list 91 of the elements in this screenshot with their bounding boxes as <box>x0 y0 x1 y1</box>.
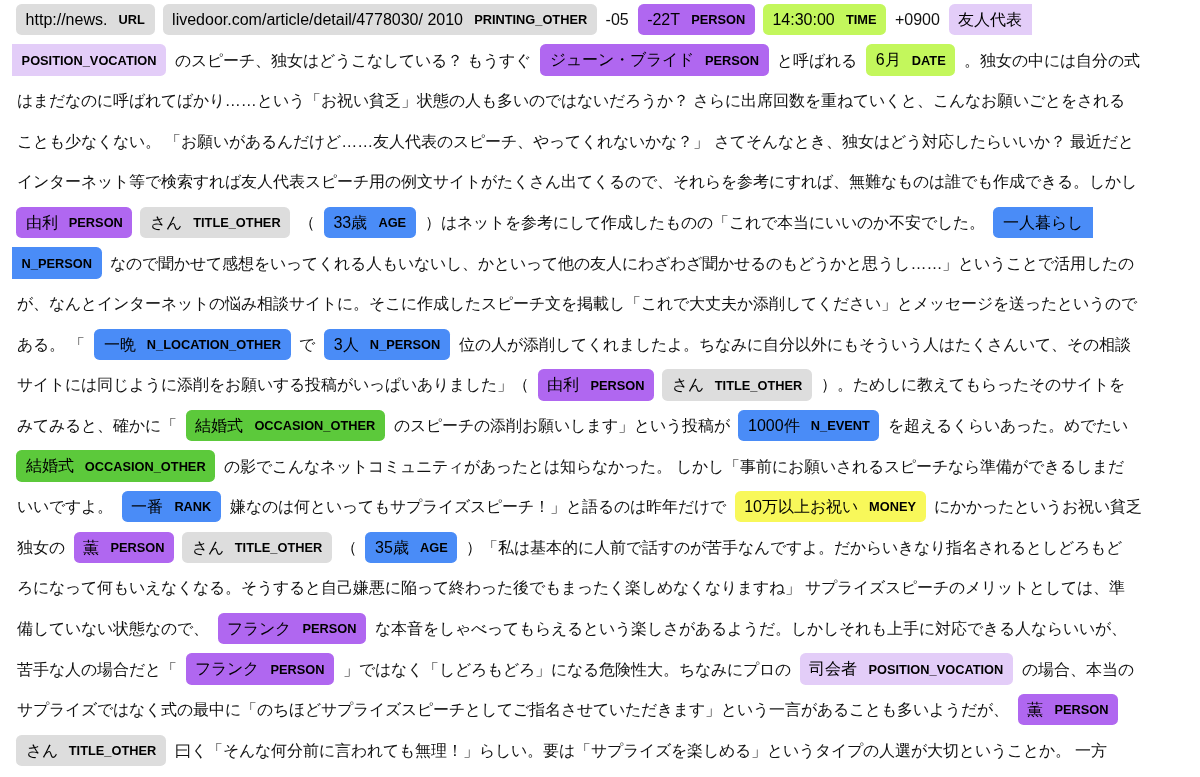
body-text: 嫌なのは何といってもサプライズスピーチ！」と語るのは昨年だけで <box>229 498 726 516</box>
entity-label: RANK <box>174 499 212 515</box>
body-text: のスピーチの添削お願いします」という投稿が <box>393 416 730 434</box>
body-text: なので聞かせて感想をいってくれる人もいないし、かといって他の友人にわざわざ聞かせるのもどうかと思うし……」ということで活用したの <box>110 254 1135 272</box>
entity-text: 結婚式 <box>195 416 244 434</box>
entity-text: 薫 <box>1027 701 1044 719</box>
entity-text: 友人代表 <box>958 11 1023 28</box>
entity-text: http://news. <box>25 11 108 28</box>
body-text: ある。 「 <box>16 335 86 353</box>
body-text: で <box>299 335 316 353</box>
entity-label: OCCASION_OTHER <box>254 418 376 434</box>
body-text: の影でこんなネットコミュニティがあったとは知らなかった。 しかし「事前にお願いされるスピーチなら準備ができるしまだ <box>224 457 1125 475</box>
body-text: を超えるくらいあった。めでたい <box>888 416 1129 434</box>
entity-label: PRINTING_OTHER <box>474 12 588 28</box>
body-text: +0900 <box>894 11 940 28</box>
body-text: いいですよ。 <box>16 498 113 516</box>
entity-text: フランク <box>195 660 260 678</box>
entity-text: 一番 <box>131 498 164 516</box>
entity-label: AGE <box>378 215 407 231</box>
entity-text: さん <box>150 213 182 231</box>
entity-label: PERSON <box>68 215 123 231</box>
entity-text: 3人 <box>333 335 359 353</box>
entity-text: -22T <box>647 11 681 28</box>
body-text: 。独女の中には自分の式 <box>964 51 1141 69</box>
body-text: （ <box>299 213 316 231</box>
entity-label: PERSON <box>270 661 325 677</box>
entity-label: TITLE_OTHER <box>68 743 157 759</box>
entity-label: POSITION_VOCATION <box>868 661 1004 677</box>
entity-label: N_LOCATION_OTHER <box>146 337 281 353</box>
entity-text: 結婚式 <box>25 457 74 475</box>
entity-label: PERSON <box>590 377 645 393</box>
entity-text: 由利 <box>547 376 580 394</box>
body-text: ）。ためしに教えてもらったそのサイトを <box>820 376 1125 394</box>
entity-label: DATE <box>911 52 946 68</box>
body-text: 」ではなく「しどろもどろ」になる危険性大。ちなみにプロの <box>342 660 791 678</box>
entity-label: TITLE_OTHER <box>234 540 323 556</box>
body-text: 苦手な人の場合だと「 <box>16 660 177 678</box>
entity-text: 33歳 <box>333 213 368 231</box>
entity-text: フランク <box>227 619 292 637</box>
body-text: インターネット等で検索すれば友人代表スピーチ用の例文サイトがたくさん出てくるので、それらを参考にすれば、無難なものは誰でも作成できる。しかし <box>16 173 1137 191</box>
entity-text: 10万以上お祝い <box>744 498 858 516</box>
entity-text: 14:30:00 <box>772 11 835 28</box>
entity-text: 6月 <box>875 51 901 69</box>
body-text: と呼ばれる <box>777 51 858 69</box>
entity-label: URL <box>118 12 145 28</box>
entity-label: OCCASION_OTHER <box>84 458 206 474</box>
entity-text: さん <box>25 741 58 759</box>
entity-label: N_EVENT <box>810 418 870 434</box>
entity-text: 司会者 <box>809 660 858 678</box>
body-text: 位の人が添削してくれましたよ。ちなみに自分以外にもそういう人はたくさんいて、その相談 <box>458 335 1131 353</box>
entity-label: AGE <box>420 540 448 556</box>
body-text: 曰く「そんな何分前に言われても無理！」らしい。要は「サプライズを楽しめる」というタイプの人選が大切ということか。 一方 <box>174 741 1108 759</box>
body-text: ことも少なくない。 「お願いがあるんだけど……友人代表のスピーチ、やってくれないかな？」 さてそんなとき、独女はどう対応したらいいか？ 最近だと <box>16 132 1135 150</box>
entity-text: 一人暮らし <box>1002 213 1083 231</box>
entity-text: 薫 <box>83 538 100 556</box>
body-text: ）「私は基本的に人前で話すのが苦手なんですよ。だからいきなり指名されるとしどろもど <box>466 538 1123 556</box>
entity-text: 一晩 <box>103 335 136 353</box>
body-text: -05 <box>605 11 629 28</box>
body-text: サイトには同じように添削をお願いする投稿がいっぱいありました」（ <box>16 376 529 394</box>
entity-label: TITLE_OTHER <box>193 215 281 231</box>
body-text: みてみると、確かに「 <box>16 416 177 434</box>
entity-label: PERSON <box>704 52 759 68</box>
entity-label: PERSON <box>110 540 165 556</box>
body-text: ろになって何もいえなくなる。そうすると自己嫌悪に陥って終わった後でもまったく楽しめなくなりますね」 サプライズスピーチのメリットとしては、準 <box>16 579 1126 597</box>
entity-label: PERSON <box>1054 702 1109 718</box>
entity-label: PERSON <box>691 12 746 28</box>
entity-label: POSITION_VOCATION <box>21 52 157 68</box>
entity-label: TITLE_OTHER <box>714 377 803 393</box>
entity-text: 1000件 <box>748 416 800 434</box>
entity-text: ジューン・ブライド <box>549 51 694 69</box>
entity-label: N_PERSON <box>369 337 441 353</box>
body-text: サプライズではなく式の最中に「のちほどサプライズスピーチとしてご指名させていただきます」という一言があることも多いようだが、 <box>16 701 1009 719</box>
entity-label: PERSON <box>302 621 357 637</box>
entity-text: livedoor.com/article/detail/4778030/ 2010 <box>172 11 463 28</box>
entity-text: さん <box>671 376 704 394</box>
body-text: ）はネットを参考にして作成したものの「これで本当にいいのか不安でした。 <box>424 213 985 231</box>
body-text: な本音をしゃべってもらえるという楽しさがあるようだ。しかしそれも上手に対応できる人ならいいが、 <box>374 619 1127 637</box>
body-text: （ <box>340 538 357 556</box>
entity-text: さん <box>191 538 224 556</box>
body-text: の場合、本当の <box>1021 660 1134 678</box>
body-text: が、なんとインターネットの悩み相談サイトに。そこに作成したスピーチ文を掲載し「これで大丈夫か添削してください」とメッセージを送ったというので <box>16 295 1137 313</box>
entity-label: TIME <box>845 12 877 28</box>
body-text: のスピーチ、独女はどうこなしている？ もうすぐ <box>174 51 532 69</box>
body-text: 独女の <box>16 538 65 556</box>
body-text: 備していない状態なので、 <box>16 619 209 637</box>
body-text: はまだなのに呼ばれてばかり……という「お祝い貧乏」状態の人も多いのではないだろうか？ さらに出席回数を重ねていくと、こんなお願いごとをされる <box>16 92 1126 110</box>
entity-text: 由利 <box>25 213 58 231</box>
entity-label: MONEY <box>869 499 917 515</box>
body-text: にかかったというお祝い貧乏 <box>934 498 1143 516</box>
entity-text: 35歳 <box>375 538 409 556</box>
entity-label: N_PERSON <box>21 255 92 271</box>
